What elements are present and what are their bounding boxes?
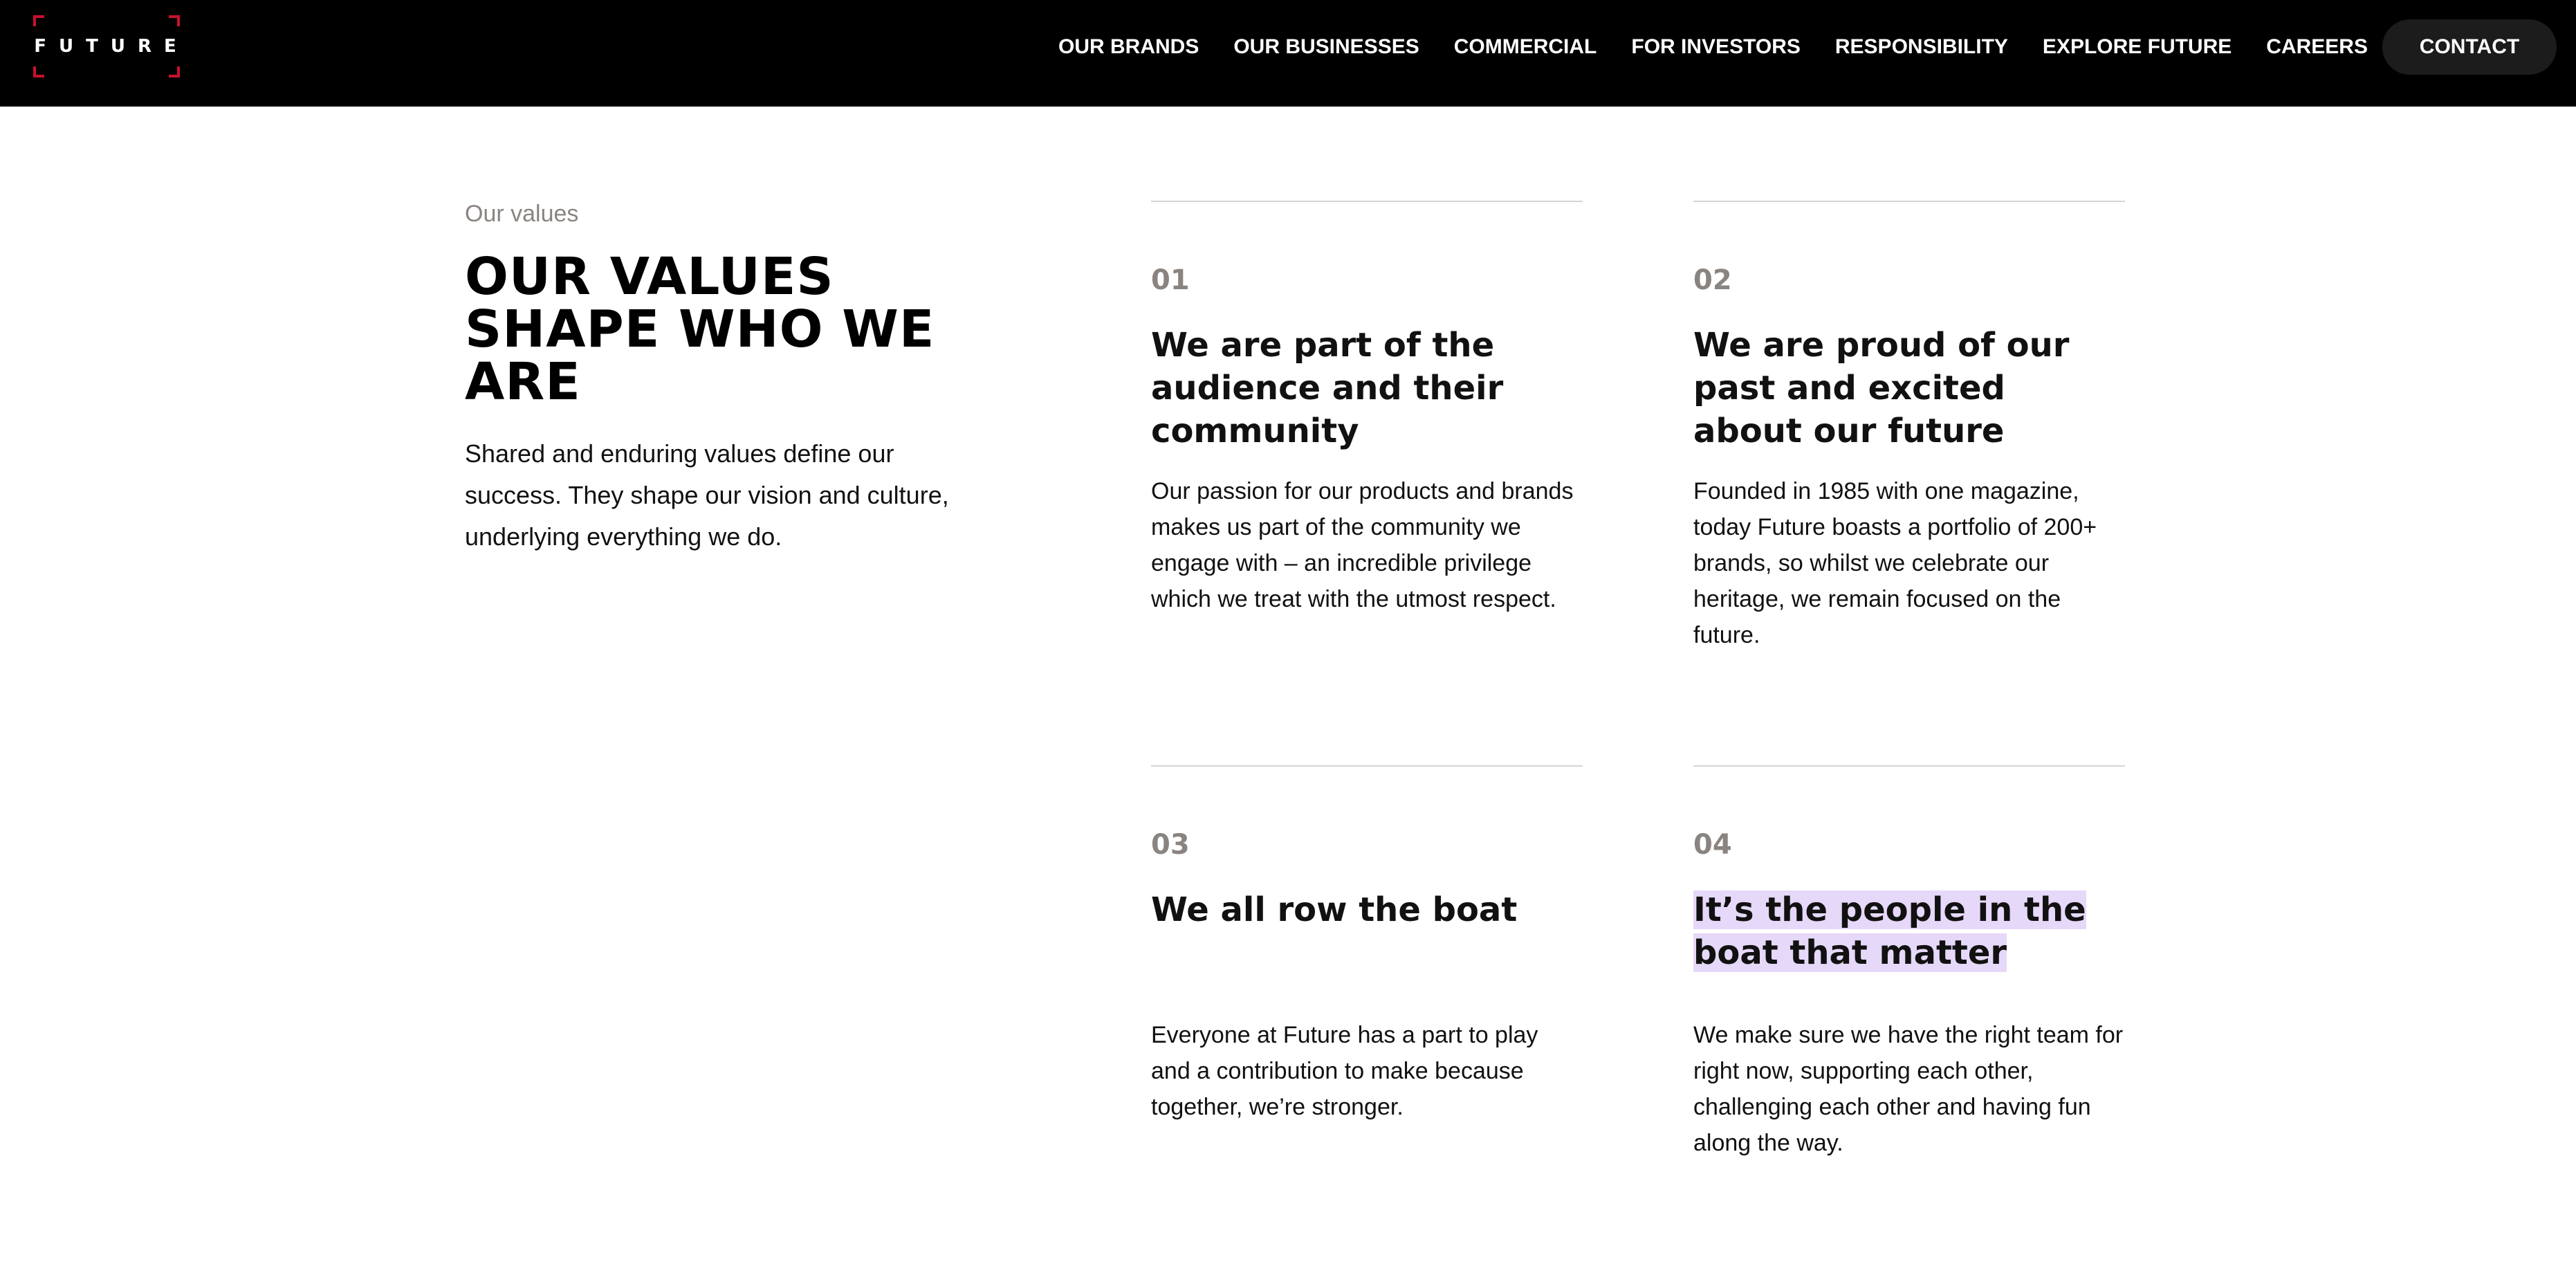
card-divider [1693, 765, 2125, 767]
future-logo[interactable]: FUTURE [33, 15, 180, 77]
site-header: FUTURE OUR BRANDS OUR BUSINESSES COMMERC… [0, 0, 2576, 107]
value-number: 02 [1693, 264, 1732, 296]
card-divider [1693, 201, 2125, 202]
highlighted-text: It’s the people in the boat that matter [1693, 890, 2086, 972]
value-card-02: 02 We are proud of our past and excited … [1693, 201, 2125, 648]
nav-explore-future[interactable]: EXPLORE FUTURE [2043, 35, 2232, 59]
value-body: Everyone at Future has a part to play an… [1151, 1022, 1538, 1120]
value-card-01: 01 We are part of the audience and their… [1151, 201, 1583, 612]
value-number: 04 [1693, 829, 1732, 861]
card-divider [1151, 765, 1583, 767]
value-body: Our passion for our products and brands … [1151, 478, 1574, 612]
value-body: We make sure we have the right team for … [1693, 1022, 2124, 1156]
value-heading: We all row the boat [1151, 890, 1518, 929]
contact-button[interactable]: CONTACT [2382, 19, 2557, 75]
page-title: OUR VALUES SHAPE WHO WE ARE [465, 247, 935, 412]
value-body: Founded in 1985 with one magazine, today… [1693, 478, 2097, 648]
nav-careers[interactable]: CAREERS [2266, 35, 2368, 59]
section-eyebrow: Our values [465, 201, 579, 227]
card-divider [1151, 201, 1583, 202]
logo-wordmark: FUTURE [34, 36, 189, 57]
intro-text: Shared and enduring values define our su… [465, 439, 949, 551]
nav-for-investors[interactable]: FOR INVESTORS [1631, 35, 1800, 59]
value-heading: We are proud of our past and excited abo… [1693, 326, 2070, 450]
nav-our-brands[interactable]: OUR BRANDS [1058, 35, 1199, 59]
main-nav: OUR BRANDS OUR BUSINESSES COMMERCIAL FOR… [1058, 0, 2402, 94]
value-card-03: 03 We all row the boat Everyone at Futur… [1151, 765, 1583, 1120]
value-number: 03 [1151, 829, 1190, 861]
value-card-04: 04 It’s the people in the boat that matt… [1693, 765, 2125, 1156]
value-heading-highlighted: It’s the people in the boat that matter [1693, 888, 2125, 974]
value-heading: We are part of the audience and their co… [1151, 326, 1504, 450]
nav-commercial[interactable]: COMMERCIAL [1454, 35, 1597, 59]
nav-our-businesses[interactable]: OUR BUSINESSES [1233, 35, 1419, 59]
nav-responsibility[interactable]: RESPONSIBILITY [1835, 35, 2008, 59]
value-number: 01 [1151, 264, 1190, 296]
